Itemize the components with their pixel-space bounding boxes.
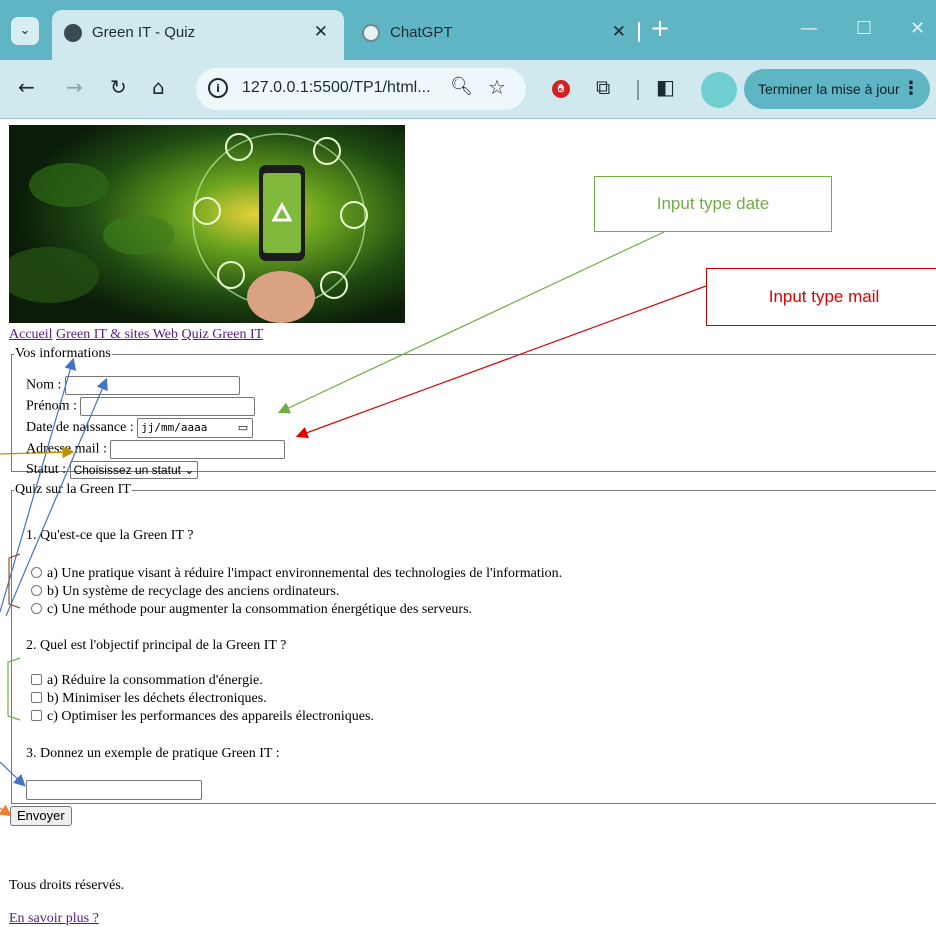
tab-search-button[interactable]: ⌄ bbox=[11, 17, 39, 45]
prenom-row: Prénom : bbox=[26, 397, 256, 416]
bookmark-star-icon[interactable]: ☆ bbox=[488, 75, 506, 99]
address-url: 127.0.0.1:5500/TP1/html... bbox=[242, 79, 431, 96]
date-label: Date de naissance : bbox=[26, 420, 134, 436]
checkbox[interactable] bbox=[31, 710, 42, 721]
birthdate-input[interactable]: jj/mm/aaaa ▭ bbox=[137, 418, 254, 438]
date-annotation-callout: Input type date bbox=[594, 176, 832, 232]
checkbox[interactable] bbox=[31, 674, 42, 685]
more-info-link[interactable]: En savoir plus ? bbox=[9, 911, 99, 927]
minimize-icon[interactable]: — bbox=[800, 18, 818, 39]
radio-button[interactable] bbox=[31, 585, 42, 596]
date-row: Date de naissance : jj/mm/aaaa ▭ bbox=[26, 418, 254, 438]
nom-input[interactable] bbox=[64, 376, 240, 395]
close-tab-icon[interactable]: ✕ bbox=[612, 22, 626, 42]
update-button[interactable]: Terminer la mise à jour ⋮ bbox=[744, 69, 930, 109]
question-2: 2. Quel est l'objectif principal de la G… bbox=[26, 638, 287, 653]
extensions-puzzle-icon[interactable]: ⧉ bbox=[596, 76, 610, 98]
quiz-legend: Quiz sur la Green IT bbox=[15, 482, 131, 497]
nom-row: Nom : bbox=[26, 376, 240, 395]
maximize-icon[interactable]: ☐ bbox=[856, 18, 872, 39]
back-arrow-icon[interactable]: ← bbox=[18, 76, 35, 98]
option-label: c) Optimiser les performances des appare… bbox=[47, 709, 374, 724]
calendar-icon[interactable]: ▭ bbox=[238, 419, 248, 437]
question-3: 3. Donnez un exemple de pratique Green I… bbox=[26, 746, 280, 761]
browser-tabstrip: ⌄ Green IT - Quiz ✕ ChatGPT ✕ + — ☐ ✕ bbox=[0, 0, 936, 60]
option-label: a) Une pratique visant à réduire l'impac… bbox=[47, 566, 563, 581]
update-button-label: Terminer la mise à jour bbox=[758, 81, 900, 97]
option-label: a) Réduire la consommation d'énergie. bbox=[47, 673, 263, 688]
nav-link-green-it-sites-web[interactable]: Green IT & sites Web bbox=[56, 327, 178, 342]
kebab-menu-icon[interactable]: ⋮ bbox=[902, 69, 920, 109]
q2-option-c[interactable]: c) Optimiser les performances des appare… bbox=[31, 709, 374, 725]
site-info-icon[interactable]: i bbox=[208, 78, 228, 98]
tab-separator bbox=[638, 22, 640, 42]
tab-title: ChatGPT bbox=[390, 24, 453, 41]
radio-button[interactable] bbox=[31, 567, 42, 578]
email-input[interactable] bbox=[110, 440, 286, 459]
submit-button[interactable]: Envoyer bbox=[10, 806, 72, 826]
nav-link-quiz-green-it[interactable]: Quiz Green IT bbox=[182, 327, 264, 342]
new-tab-icon[interactable]: + bbox=[650, 14, 670, 42]
forward-arrow-icon[interactable]: → bbox=[66, 76, 83, 98]
page-content: Accueil Green IT & sites Web Quiz Green … bbox=[0, 118, 936, 927]
toolbar-separator bbox=[637, 80, 639, 100]
q2-option-a[interactable]: a) Réduire la consommation d'énergie. bbox=[31, 673, 263, 689]
statut-row: Statut : Choisissez un statut ⌄ bbox=[26, 461, 199, 479]
close-tab-icon[interactable]: ✕ bbox=[314, 22, 328, 42]
option-label: c) Une méthode pour augmenter la consomm… bbox=[47, 602, 473, 617]
window-close-icon[interactable]: ✕ bbox=[910, 18, 925, 39]
radio-button[interactable] bbox=[31, 603, 42, 614]
quiz-fieldset: Quiz sur la Green IT 1. Qu'est-ce que la… bbox=[11, 482, 936, 804]
prenom-label: Prénom : bbox=[26, 398, 77, 414]
mail-label: Adresse mail : bbox=[26, 441, 107, 457]
user-info-legend: Vos informations bbox=[15, 346, 111, 361]
adblock-extension-icon[interactable]: ✋︎ bbox=[552, 80, 570, 98]
browser-toolbar: ← → ↻ ⌂ i 127.0.0.1:5500/TP1/html... 🔍︎ … bbox=[0, 60, 936, 119]
nom-label: Nom : bbox=[26, 377, 62, 393]
zoom-icon[interactable]: 🔍︎ bbox=[450, 76, 473, 97]
q1-option-c[interactable]: c) Une méthode pour augmenter la consomm… bbox=[31, 602, 472, 618]
statut-selected-value: Choisissez un statut bbox=[73, 463, 181, 477]
prenom-input[interactable] bbox=[80, 397, 256, 416]
option-label: b) Un système de recyclage des anciens o… bbox=[47, 584, 340, 599]
reload-icon[interactable]: ↻ bbox=[110, 76, 127, 98]
main-navigation: Accueil Green IT & sites Web Quiz Green … bbox=[9, 327, 263, 343]
chevron-down-icon: ⌄ bbox=[184, 463, 195, 477]
user-info-fieldset: Vos informations Nom : Prénom : Date de … bbox=[11, 346, 936, 479]
home-icon[interactable]: ⌂ bbox=[152, 76, 165, 98]
tab-title: Green IT - Quiz bbox=[92, 24, 196, 41]
footer-rights: Tous droits réservés. bbox=[9, 878, 125, 893]
q2-option-b[interactable]: b) Minimiser les déchets électroniques. bbox=[31, 691, 267, 707]
chatgpt-icon bbox=[362, 24, 380, 42]
checkbox[interactable] bbox=[31, 692, 42, 703]
side-panel-icon[interactable]: ◧ bbox=[656, 76, 675, 98]
statut-select[interactable]: Choisissez un statut ⌄ bbox=[69, 461, 199, 479]
tab-green-it-quiz[interactable]: Green IT - Quiz ✕ bbox=[52, 10, 344, 60]
green-it-banner-image bbox=[9, 125, 405, 323]
tab-chatgpt[interactable]: ChatGPT ✕ bbox=[350, 10, 642, 60]
mail-annotation-callout: Input type mail bbox=[706, 268, 936, 326]
nav-link-accueil[interactable]: Accueil bbox=[9, 327, 53, 342]
green-it-example-input[interactable] bbox=[26, 780, 202, 800]
mail-row: Adresse mail : bbox=[26, 440, 286, 459]
q1-option-a[interactable]: a) Une pratique visant à réduire l'impac… bbox=[31, 566, 562, 582]
statut-label: Statut : bbox=[26, 462, 67, 478]
globe-icon bbox=[64, 24, 82, 42]
date-placeholder: jj/mm/aaaa bbox=[141, 421, 208, 434]
option-label: b) Minimiser les déchets électroniques. bbox=[47, 691, 267, 706]
q1-option-b[interactable]: b) Un système de recyclage des anciens o… bbox=[31, 584, 339, 600]
question-1: 1. Qu'est-ce que la Green IT ? bbox=[26, 528, 194, 543]
profile-avatar[interactable] bbox=[701, 72, 737, 108]
address-bar[interactable]: i 127.0.0.1:5500/TP1/html... 🔍︎ ☆ bbox=[196, 68, 526, 110]
